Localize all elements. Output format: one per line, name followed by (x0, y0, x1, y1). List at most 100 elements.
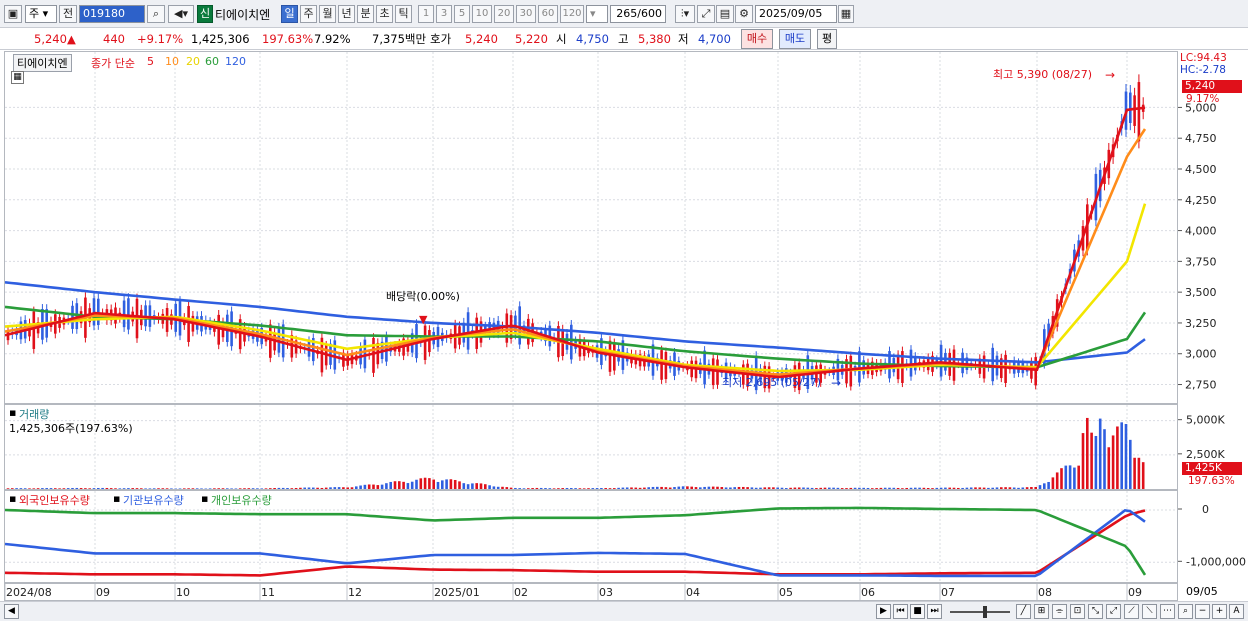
date-field[interactable]: 2025/09/05 (755, 5, 837, 23)
scroll-bar[interactable]: ◀ ▶ ⏮ ■ ⏭ ╱ ⊞ ⌯ ⊡ ⤡ ⤢ ⟋ ⟍ ⋯ ⌕ − + A (0, 601, 1248, 621)
volume-bar (720, 487, 724, 489)
volume-bar (1034, 486, 1037, 489)
volume-bar (1051, 477, 1055, 489)
volume-bar (875, 488, 878, 489)
low-label: 저 (678, 32, 689, 46)
candle-body (664, 352, 668, 380)
volume-bar (410, 481, 414, 489)
font-size-icon[interactable]: A (1229, 604, 1244, 619)
tab-tick[interactable]: 틱 (395, 5, 412, 23)
volume-bar (1055, 472, 1059, 489)
price-panel: → → ▼ 티에이치엔 종가 단순 5 10 20 60 120 ▦ 최고 5,39… (4, 51, 1178, 404)
sell-button[interactable]: 매도 (779, 29, 811, 49)
interval-20[interactable]: 20 (494, 5, 514, 23)
dividend-annotation: 배당락(0.00%) (386, 290, 460, 303)
rewind-icon[interactable]: ⏮ (893, 604, 908, 619)
fast-forward-icon[interactable]: ⏭ (927, 604, 942, 619)
count-field[interactable]: 265/600 (610, 5, 666, 23)
volume-bar (406, 483, 410, 489)
volume-bar (243, 488, 246, 489)
tab-day[interactable]: 일 (281, 5, 298, 23)
volume-value: 1,425,306 (191, 32, 250, 46)
speaker-icon[interactable]: ◀▾ (168, 5, 194, 23)
volume-bar (531, 488, 534, 489)
interval-1[interactable]: 1 (418, 5, 434, 23)
volume-bar (939, 487, 943, 489)
interval-120[interactable]: 120 (560, 5, 584, 23)
interval-30[interactable]: 30 (516, 5, 536, 23)
scroll-right-icon[interactable]: ▶ (876, 604, 891, 619)
candle-body (363, 339, 367, 369)
volume-bar (853, 487, 857, 489)
window-menu-icon[interactable]: ▣ (4, 5, 22, 23)
market-select[interactable]: 주 ▾ (25, 5, 57, 23)
volume-bar (1021, 487, 1025, 489)
volume-bar (823, 487, 827, 489)
panel-stock-name[interactable]: 티에이치엔 (13, 54, 72, 72)
tool-4-icon[interactable]: ⊡ (1070, 604, 1085, 619)
volume-bar (931, 488, 934, 489)
interval-3[interactable]: 3 (436, 5, 452, 23)
zoom-slider[interactable] (950, 611, 1010, 613)
volume-bar (101, 487, 104, 489)
holding-line (5, 506, 1147, 576)
interval-60[interactable]: 60 (538, 5, 558, 23)
candle-body (1133, 95, 1136, 126)
volume-last-pct: 197.63% (1188, 475, 1235, 487)
calendar-icon[interactable]: ▦ (838, 5, 854, 23)
volume-bar (918, 487, 921, 489)
save-icon[interactable]: ▤ (716, 5, 734, 23)
zoom-in-icon[interactable]: + (1212, 604, 1227, 619)
stop-icon[interactable]: ■ (910, 604, 925, 619)
volume-bar (183, 488, 186, 489)
x-tick-label: 02 (514, 586, 528, 599)
tool-2-icon[interactable]: ⊞ (1034, 604, 1049, 619)
volume-bar (462, 483, 466, 489)
volume-bar (393, 481, 397, 489)
tab-month[interactable]: 월 (319, 5, 336, 23)
volume-bar (423, 477, 427, 489)
tool-6-icon[interactable]: ⤢ (1106, 604, 1121, 619)
price-tick-label: 3,750 (1185, 255, 1217, 268)
volume-bar (380, 484, 384, 489)
tool-9-icon[interactable]: ⋯ (1160, 604, 1175, 619)
prev-button[interactable]: 전 (59, 5, 77, 23)
zoom-slider-handle[interactable] (983, 606, 987, 618)
candle-body (97, 298, 100, 326)
volume-bar (1090, 432, 1093, 489)
volume-bar (1038, 485, 1042, 489)
tab-minute[interactable]: 분 (357, 5, 374, 23)
tool-7-icon[interactable]: ⟋ (1124, 604, 1139, 619)
tab-second[interactable]: 초 (376, 5, 393, 23)
zoom-out-icon[interactable]: − (1195, 604, 1210, 619)
candle-type-icon[interactable]: ⫶▾ (675, 5, 695, 23)
trade-amount: 7,375백만 (372, 32, 427, 46)
chart-toggle-icon[interactable]: ⤢ (697, 5, 715, 23)
current-price: 5,240 (34, 32, 67, 46)
volume-bar (49, 488, 53, 489)
tool-8-icon[interactable]: ⟍ (1142, 604, 1157, 619)
interval-dropdown[interactable]: ▾ (586, 5, 608, 23)
search-icon[interactable]: ⌕ (147, 5, 165, 23)
scroll-left-icon[interactable]: ◀ (4, 604, 19, 619)
interval-5[interactable]: 5 (454, 5, 470, 23)
tool-1-icon[interactable]: ╱ (1016, 604, 1031, 619)
volume-chart[interactable] (5, 405, 1177, 489)
ask-price-1: 5,240 (465, 32, 498, 46)
x-tick-label: 06 (861, 586, 875, 599)
tab-year[interactable]: 년 (338, 5, 355, 23)
tab-week[interactable]: 주 (300, 5, 317, 23)
tool-3-icon[interactable]: ⌯ (1052, 604, 1067, 619)
ask-label: 호가 (430, 32, 452, 46)
interval-10[interactable]: 10 (472, 5, 492, 23)
tool-5-icon[interactable]: ⤡ (1088, 604, 1103, 619)
stock-code-input[interactable]: 019180 (79, 5, 145, 23)
volume-scale: 2,500K 5,000K 1,425K 197.63% (1178, 404, 1246, 490)
eval-button[interactable]: 평 (817, 29, 837, 49)
buy-button[interactable]: 매수 (741, 29, 773, 49)
gear-icon[interactable]: ⚙ (735, 5, 753, 23)
volume-bar (226, 488, 229, 489)
price-chart[interactable]: → → ▼ (5, 52, 1177, 403)
magnifier-icon[interactable]: ⌕ (1178, 604, 1193, 619)
grid-table-icon[interactable]: ▦ (11, 71, 24, 84)
